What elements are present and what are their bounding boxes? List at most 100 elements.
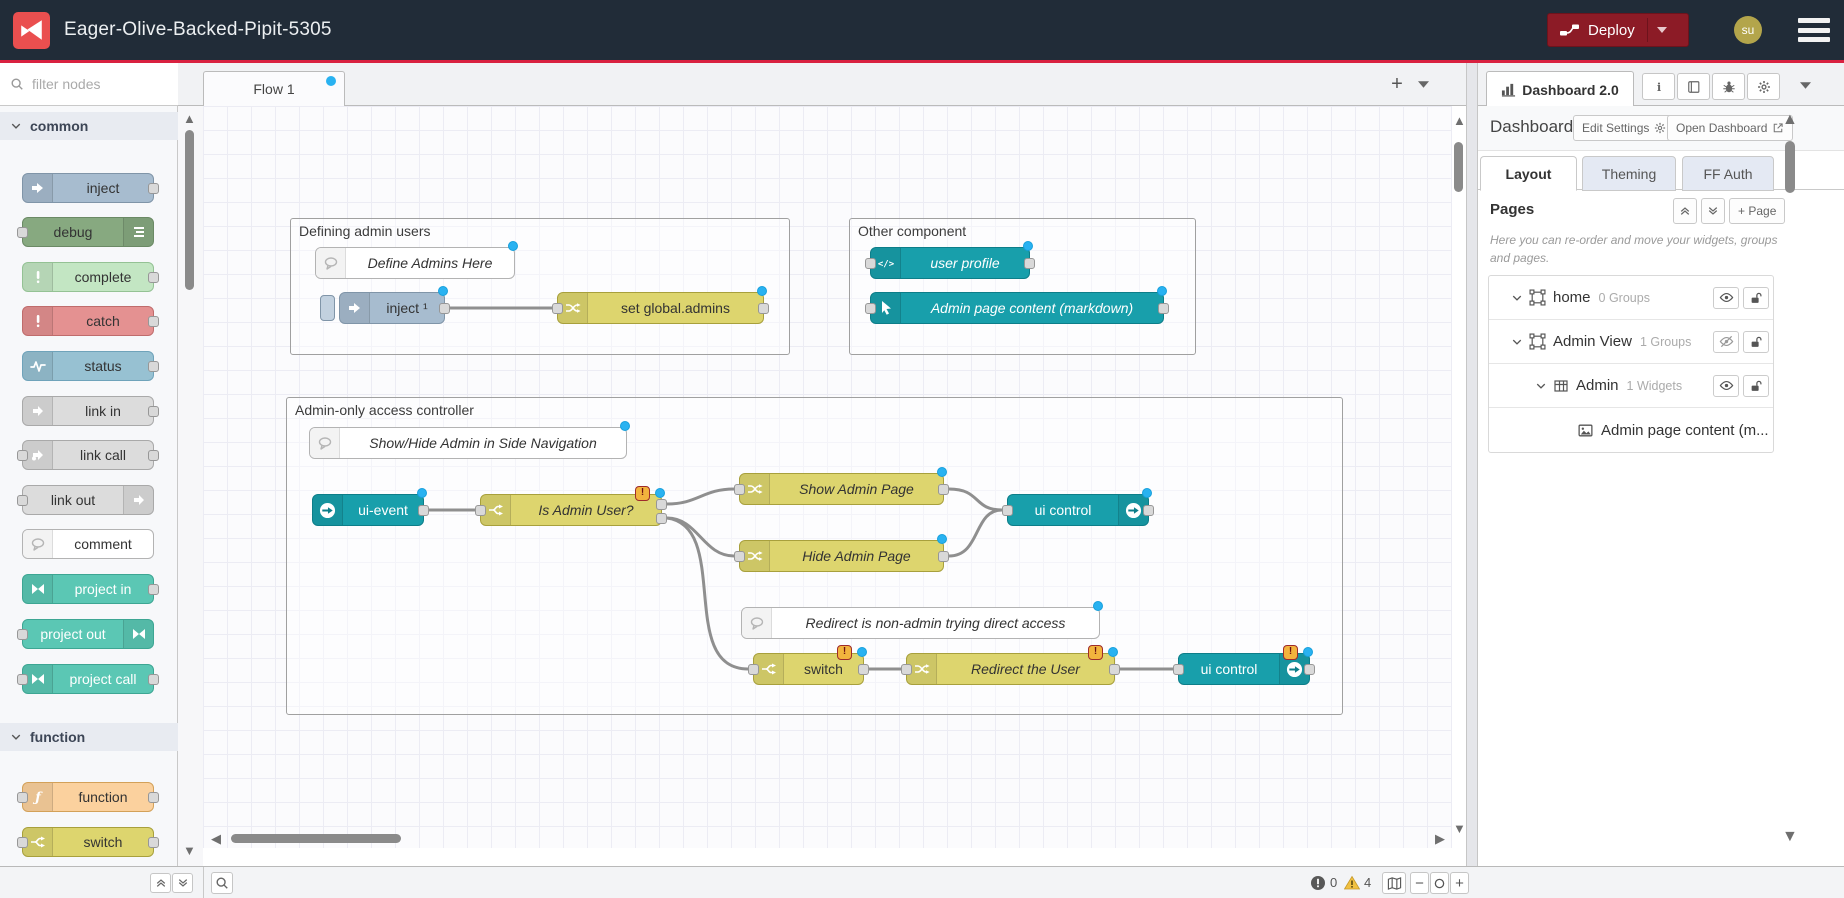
output-port[interactable]: [148, 837, 159, 848]
input-port[interactable]: [734, 551, 745, 562]
output-port[interactable]: [1143, 505, 1154, 516]
output-port[interactable]: [148, 183, 159, 194]
input-port[interactable]: [17, 792, 28, 803]
input-port[interactable]: [552, 303, 563, 314]
input-port[interactable]: [17, 450, 28, 461]
flow-list-dropdown-icon[interactable]: [1418, 81, 1429, 88]
input-port[interactable]: [865, 303, 876, 314]
palette-scroll-thumb[interactable]: [185, 130, 194, 290]
change-node-redirect-user[interactable]: Redirect the User !: [906, 653, 1115, 685]
input-port[interactable]: [865, 258, 876, 269]
ui-event-node[interactable]: ui-event: [312, 494, 424, 526]
sidebar-tabs-dropdown-icon[interactable]: [1800, 82, 1811, 89]
tab-flow-1[interactable]: Flow 1: [203, 71, 345, 106]
output-port[interactable]: [758, 303, 769, 314]
canvas-vscroll-thumb[interactable]: [1454, 142, 1463, 192]
canvas-search-button[interactable]: [211, 872, 233, 894]
change-node-set-admins[interactable]: set global.admins: [557, 292, 764, 324]
output-port[interactable]: [1304, 664, 1315, 675]
sidebar-scroll-thumb[interactable]: [1785, 141, 1795, 193]
output-port[interactable]: [148, 584, 159, 595]
input-port[interactable]: [17, 837, 28, 848]
chevron-down-icon[interactable]: [1535, 380, 1547, 392]
inject-node[interactable]: inject ¹: [339, 292, 445, 324]
output-port[interactable]: [148, 316, 159, 327]
main-menu-icon[interactable]: [1798, 18, 1830, 42]
change-node-hide-admin[interactable]: Hide Admin Page: [739, 540, 944, 572]
info-tab-button[interactable]: i: [1642, 73, 1675, 100]
flow-canvas[interactable]: Defining admin users Other component Adm…: [203, 106, 1452, 848]
chevron-down-icon[interactable]: [1511, 336, 1523, 348]
deploy-dropdown-icon[interactable]: [1657, 27, 1667, 33]
lock-button[interactable]: [1743, 331, 1769, 353]
palette-node-link-in[interactable]: link in: [22, 396, 154, 426]
switch-node-bottom[interactable]: switch !: [753, 653, 864, 685]
palette-node-project-in[interactable]: project in: [22, 574, 154, 604]
comment-node-define-admins[interactable]: Define Admins Here: [315, 247, 515, 279]
change-node-show-admin[interactable]: Show Admin Page: [739, 473, 944, 505]
output-port[interactable]: [148, 406, 159, 417]
input-port[interactable]: [748, 664, 759, 675]
palette-node-project-out[interactable]: project out: [22, 619, 154, 649]
zoom-in-button[interactable]: +: [1450, 872, 1469, 894]
scroll-down-icon[interactable]: ▼: [183, 844, 196, 857]
palette-collapse-all-button[interactable]: [150, 873, 171, 893]
palette-node-debug[interactable]: debug: [22, 217, 154, 247]
palette-node-switch[interactable]: switch: [22, 827, 154, 857]
output-port[interactable]: [148, 674, 159, 685]
palette-node-catch[interactable]: catch: [22, 306, 154, 336]
expand-all-button[interactable]: [1701, 198, 1725, 224]
canvas-hscroll-thumb[interactable]: [231, 834, 401, 843]
markdown-node-admin-content[interactable]: Admin page content (markdown): [870, 292, 1164, 324]
scroll-up-icon[interactable]: ▲: [183, 112, 196, 125]
input-port[interactable]: [1002, 505, 1013, 516]
comment-node-redirect[interactable]: Redirect is non-admin trying direct acce…: [741, 607, 1100, 639]
output-port[interactable]: [418, 505, 429, 516]
palette-node-link-out[interactable]: link out: [22, 485, 154, 515]
palette-expand-all-button[interactable]: [172, 873, 193, 893]
output-port[interactable]: [858, 664, 869, 675]
palette-node-status[interactable]: status: [22, 351, 154, 381]
palette-node-project-call[interactable]: project call: [22, 664, 154, 694]
zoom-reset-button[interactable]: [1430, 872, 1449, 894]
palette-category-function[interactable]: function: [0, 723, 178, 751]
switch-node-is-admin[interactable]: Is Admin User? !: [480, 494, 662, 526]
output-port[interactable]: [1024, 258, 1035, 269]
palette-category-common[interactable]: common: [0, 112, 178, 140]
output-port[interactable]: [938, 551, 949, 562]
palette-node-function[interactable]: ƒ function: [22, 782, 154, 812]
tab-layout[interactable]: Layout: [1480, 156, 1577, 191]
lock-button[interactable]: [1743, 287, 1769, 309]
add-flow-button[interactable]: +: [1384, 71, 1410, 99]
user-avatar[interactable]: su: [1734, 16, 1762, 44]
input-port[interactable]: [475, 505, 486, 516]
input-port[interactable]: [17, 495, 28, 506]
tab-dashboard-2[interactable]: Dashboard 2.0: [1486, 71, 1634, 107]
visibility-button[interactable]: [1713, 287, 1739, 309]
scroll-left-icon[interactable]: ◀: [211, 832, 221, 845]
output-port[interactable]: [148, 450, 159, 461]
output-port[interactable]: [938, 484, 949, 495]
zoom-out-button[interactable]: −: [1410, 872, 1429, 894]
deploy-button[interactable]: Deploy: [1547, 13, 1689, 47]
scroll-down-icon[interactable]: ▼: [1782, 829, 1798, 845]
template-node-user-profile[interactable]: </> user profile: [870, 247, 1030, 279]
tree-item-admin-page-content[interactable]: Admin page content (m...: [1489, 408, 1773, 452]
input-port[interactable]: [17, 227, 28, 238]
tab-ff-auth[interactable]: FF Auth: [1682, 156, 1774, 191]
output-port[interactable]: [439, 303, 450, 314]
tree-item-home[interactable]: home 0 Groups: [1489, 276, 1773, 320]
input-port[interactable]: [734, 484, 745, 495]
search-input[interactable]: [30, 75, 160, 93]
input-port[interactable]: [17, 674, 28, 685]
tree-item-admin-view[interactable]: Admin View 1 Groups: [1489, 320, 1773, 364]
config-tab-button[interactable]: [1747, 73, 1780, 100]
chevron-down-icon[interactable]: [1511, 292, 1523, 304]
input-port[interactable]: [901, 664, 912, 675]
output-port[interactable]: [148, 792, 159, 803]
help-tab-button[interactable]: [1677, 73, 1710, 100]
palette-node-complete[interactable]: complete: [22, 262, 154, 292]
scroll-right-icon[interactable]: ▶: [1435, 832, 1445, 845]
tree-item-admin-group[interactable]: Admin 1 Widgets: [1489, 364, 1773, 408]
ui-control-node-top[interactable]: ui control: [1007, 494, 1149, 526]
